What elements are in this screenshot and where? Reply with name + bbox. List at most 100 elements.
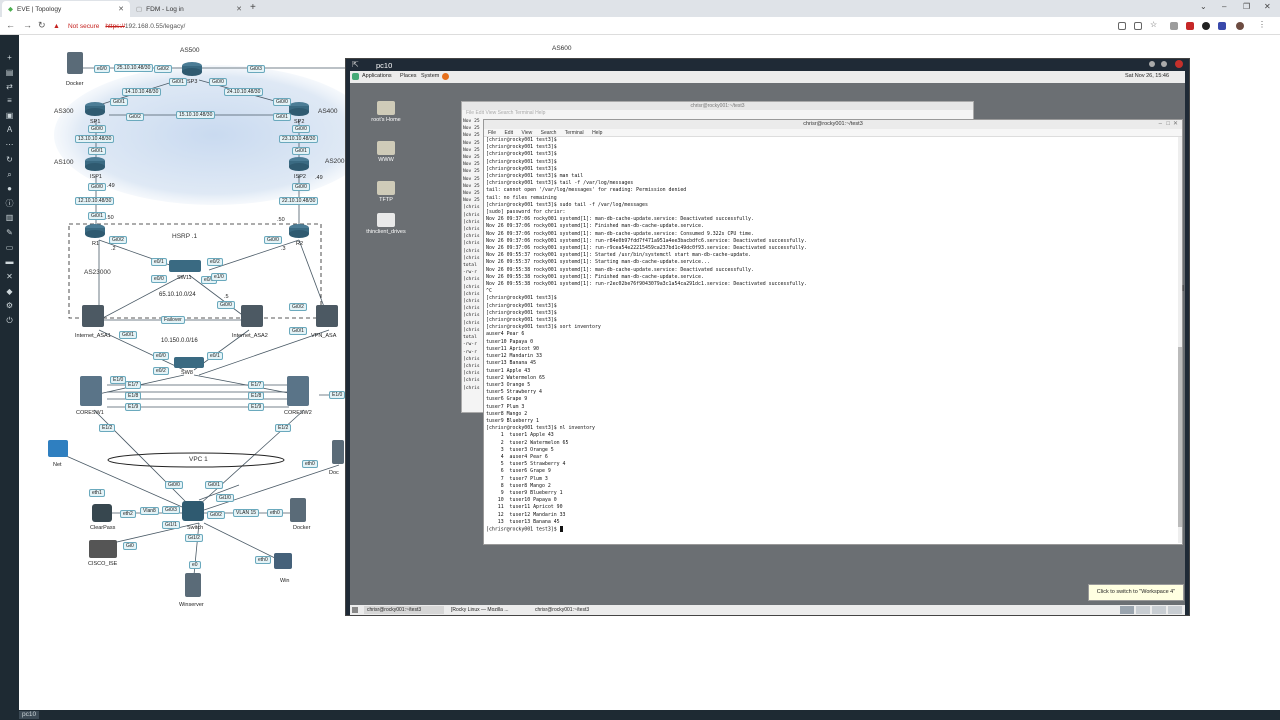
port-label[interactable]: e0/0 <box>94 65 110 73</box>
port-label[interactable]: e0/1 <box>151 258 167 266</box>
port-label[interactable]: e0/2 <box>153 367 169 375</box>
pictures-icon[interactable]: ▣ <box>5 111 14 120</box>
port-label[interactable]: Gi0/3 <box>162 506 180 514</box>
vm-minimize-icon[interactable] <box>1149 61 1155 67</box>
win-pc-icon[interactable] <box>274 553 292 569</box>
zoom-icon[interactable]: ⌕ <box>5 170 14 179</box>
refresh-topology-icon[interactable]: ↻ <box>5 155 14 164</box>
port-label[interactable]: Gi0/1 <box>289 327 307 335</box>
link-label[interactable]: 25.10.10.48/30 <box>114 64 154 72</box>
core-switch-2-icon[interactable] <box>287 376 309 406</box>
port-label[interactable]: E1/0 <box>329 391 346 399</box>
port-label[interactable]: e0/0 <box>151 275 167 283</box>
taskbar-item-firefox[interactable]: [Rocky Linux — Mozilla ... <box>448 606 528 614</box>
menu-edit[interactable]: Edit <box>475 110 484 116</box>
port-label[interactable]: Gi0/0 <box>273 98 291 106</box>
workspace-1-icon[interactable] <box>1120 606 1134 614</box>
menu-search[interactable]: Search <box>541 130 557 136</box>
port-label[interactable]: Gi0/1 <box>88 212 106 220</box>
port-label[interactable]: Gi0/2 <box>207 511 225 519</box>
port-label[interactable]: eth0 <box>255 556 271 564</box>
vm-desktop[interactable]: root's Home WWW TFTP thinclient_drives c… <box>350 83 1185 605</box>
close-window-icon[interactable]: ✕ <box>1264 2 1271 11</box>
taskbar-item-terminal-2[interactable]: chrisr@rocky001:~/test3 <box>532 606 612 614</box>
docker2-server-icon[interactable] <box>290 498 306 522</box>
port-label[interactable]: Gi0/1 <box>292 147 310 155</box>
firewall-asa2-icon[interactable] <box>241 305 263 327</box>
screenshot-icon[interactable] <box>1118 22 1126 30</box>
power-icon[interactable]: ⏻ <box>5 316 14 325</box>
port-label[interactable]: Gi0/2 <box>109 236 127 244</box>
port-label[interactable]: E1/9 <box>125 403 142 411</box>
port-label[interactable]: Gi0/1 <box>273 113 291 121</box>
port-label[interactable]: Gi0/1 <box>205 481 223 489</box>
router-sp3-icon[interactable] <box>181 61 203 77</box>
menu-edit[interactable]: Edit <box>504 130 513 136</box>
maximize-window-icon[interactable]: ❐ <box>1243 2 1250 11</box>
port-label[interactable]: Gi0/0 <box>264 236 282 244</box>
startup-config-icon[interactable]: ≡ <box>5 96 14 105</box>
puzzle-extensions-icon[interactable] <box>1218 22 1226 30</box>
core-switch-1-icon[interactable] <box>80 376 102 406</box>
docker3-server-icon[interactable] <box>332 440 344 464</box>
port-label[interactable]: Gi0/2 <box>289 303 307 311</box>
link-label[interactable]: 14.10.10.48/30 <box>122 88 162 96</box>
eve-console-tab-pc10[interactable]: pc10 <box>19 711 40 719</box>
port-label[interactable]: Gi0/2 <box>154 65 172 73</box>
clearpass-icon[interactable] <box>92 504 112 522</box>
settings-icon[interactable]: ⚙ <box>5 301 14 310</box>
tab-list-icon[interactable]: ⌄ <box>1200 2 1207 11</box>
new-tab-icon[interactable]: + <box>250 2 256 13</box>
port-label[interactable]: Gi0/0 <box>292 125 310 133</box>
router-isp1-icon[interactable] <box>84 156 106 172</box>
show-desktop-icon[interactable] <box>352 607 358 613</box>
menu-places[interactable]: Places <box>400 73 417 79</box>
port-label[interactable]: E1/7 <box>248 381 265 389</box>
close-tab-icon[interactable]: ✕ <box>236 5 242 13</box>
firewall-vpn-asa-icon[interactable] <box>316 305 338 327</box>
port-label[interactable]: E1/8 <box>248 392 265 400</box>
port-label[interactable]: Gi0/0 <box>292 183 310 191</box>
menu-help[interactable]: Help <box>535 110 545 116</box>
port-label[interactable]: E1/9 <box>248 403 265 411</box>
port-label[interactable]: Gi0/1 <box>119 331 137 339</box>
port-label[interactable]: Gi0/0 <box>209 78 227 86</box>
tab-eve-topology[interactable]: ◆ EVE | Topology ✕ <box>2 1 130 17</box>
port-label[interactable]: Gi0/1 <box>110 98 128 106</box>
switch-sw11-icon[interactable] <box>169 260 201 272</box>
desktop-icon-thinclient[interactable]: thinclient_drives <box>363 213 409 235</box>
port-label[interactable]: E1/8 <box>125 392 142 400</box>
port-label[interactable]: Gi0/1 <box>169 78 187 86</box>
menu-help[interactable]: Help <box>592 130 602 136</box>
link-label[interactable]: 15.10.10.48/30 <box>176 111 216 119</box>
add-object-icon[interactable]: + <box>5 53 14 62</box>
console-popout-icon[interactable]: ⇱ <box>352 60 359 69</box>
port-label[interactable]: e0/0 <box>153 352 169 360</box>
terminal-window[interactable]: chrisr@rocky001:~/test3 – □ ✕ File Edit … <box>483 119 1184 545</box>
lab-details-icon[interactable]: ⓘ <box>5 199 14 208</box>
port-label[interactable]: Gi0/0 <box>88 125 106 133</box>
terminal-output[interactable]: [chrisr@rocky001 test3]$ [chrisr@rocky001… <box>486 137 1176 543</box>
port-label[interactable]: e0 <box>189 561 201 569</box>
router-r2-icon[interactable] <box>288 223 310 239</box>
forward-arrow-icon[interactable]: → <box>23 21 32 30</box>
menu-terminal[interactable]: Terminal <box>515 110 534 116</box>
close-lab-icon[interactable]: ✕ <box>5 272 14 281</box>
port-label[interactable]: Gi1/2 <box>185 534 203 542</box>
freeform-icon[interactable]: ✎ <box>5 228 14 237</box>
terminal-minimize-icon[interactable]: – <box>1159 120 1162 129</box>
port-label[interactable]: e0/2 <box>207 258 223 266</box>
taskbar-item-terminal[interactable]: chrisr@rocky001:~/test3 <box>364 606 444 614</box>
firefox-launcher-icon[interactable] <box>442 73 449 80</box>
link-label[interactable]: 13.10.10.48/30 <box>75 135 115 143</box>
link-label[interactable]: 23.10.10.48/30 <box>279 135 319 143</box>
port-label[interactable]: E1/7 <box>125 381 142 389</box>
port-label[interactable]: Gi0/1 <box>88 147 106 155</box>
workspace-3-icon[interactable] <box>1152 606 1166 614</box>
network-cloud-icon[interactable] <box>48 440 68 457</box>
profile-avatar-icon[interactable] <box>1236 22 1244 30</box>
switch-sw8-icon[interactable] <box>174 357 204 368</box>
vm-console-window[interactable]: ⇱ pc10 Applications Places System Sat No… <box>345 58 1190 616</box>
tag-icon[interactable]: ◆ <box>5 287 14 296</box>
reload-icon[interactable]: ↻ <box>38 21 46 30</box>
